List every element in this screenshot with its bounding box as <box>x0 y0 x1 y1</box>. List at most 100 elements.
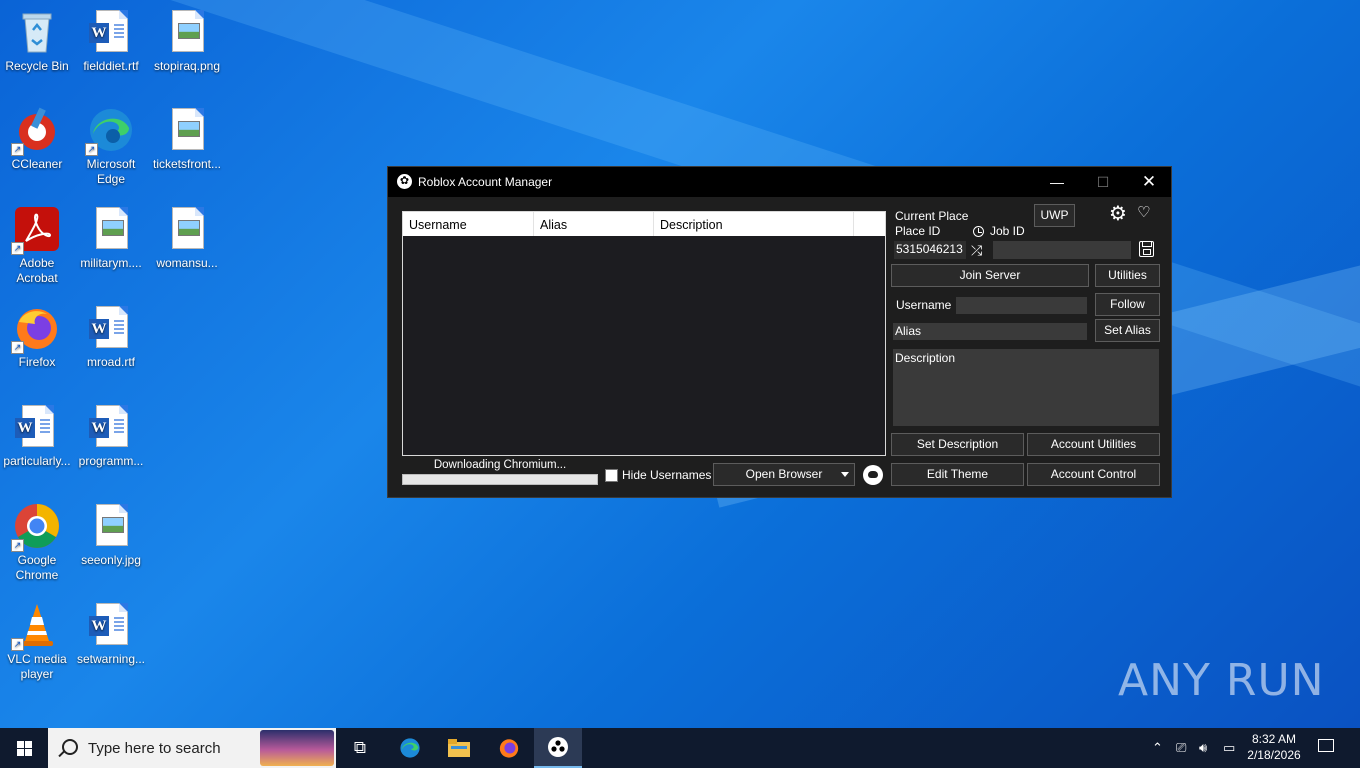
save-icon[interactable] <box>1139 241 1154 257</box>
desktop-icon-firefox[interactable]: ↗ Firefox <box>0 304 74 370</box>
windows-logo-icon <box>17 741 32 756</box>
account-list[interactable]: Username Alias Description <box>402 211 886 456</box>
close-button[interactable]: ✕ <box>1126 167 1172 197</box>
desktop-icon-rtf-document[interactable]: W mroad.rtf <box>74 304 148 370</box>
set-description-button[interactable]: Set Description <box>891 433 1024 456</box>
minimize-button[interactable]: — <box>1034 167 1080 197</box>
desktop-icon-ccleaner[interactable]: ↗ CCleaner <box>0 106 74 172</box>
taskbar-firefox-icon[interactable] <box>485 728 533 768</box>
roblox-account-manager-window: ✿ Roblox Account Manager — ☐ ✕ Username … <box>387 166 1172 498</box>
desktop-icon-label: seeonly.jpg <box>81 553 141 567</box>
desktop-icon-image-file[interactable]: militarym.... <box>74 205 148 271</box>
anyrun-watermark: ANY RUN <box>1118 655 1325 706</box>
donate-hand-heart-icon[interactable]: ♡ <box>1137 204 1150 222</box>
shuffle-icon[interactable]: ⤮ <box>971 243 982 257</box>
desktop-icon-label: ticketsfront... <box>152 157 222 171</box>
desktop-icon-recycle-bin[interactable]: Recycle Bin <box>0 8 74 74</box>
gear-icon[interactable]: ⚙ <box>1109 203 1127 225</box>
start-button[interactable] <box>0 728 48 768</box>
desktop-icon-label: fielddiet.rtf <box>83 59 139 73</box>
desktop-icon-label: CCleaner <box>11 157 63 171</box>
discord-icon[interactable] <box>863 465 883 485</box>
username-input[interactable] <box>956 297 1087 314</box>
taskbar-roblox-account-manager-icon[interactable] <box>534 728 582 768</box>
follow-button[interactable]: Follow <box>1095 293 1160 316</box>
word-document-icon: W <box>87 8 135 56</box>
maximize-button[interactable]: ☐ <box>1080 167 1126 197</box>
desktop-icon-rtf-document[interactable]: W setwarning... <box>74 601 148 667</box>
account-control-button[interactable]: Account Control <box>1027 463 1160 486</box>
show-hidden-icons-chevron-icon[interactable]: ⌃ <box>1152 740 1163 756</box>
open-browser-dropdown[interactable]: Open Browser <box>713 463 855 486</box>
desktop-icon-label: Google Chrome <box>15 553 59 582</box>
desktop-icon-rtf-document[interactable]: W programm... <box>74 403 148 469</box>
desktop-icon-image-file[interactable]: ticketsfront... <box>150 106 224 172</box>
utilities-button[interactable]: Utilities <box>1095 264 1160 287</box>
hide-usernames-checkbox[interactable] <box>605 469 618 482</box>
clock-date: 2/18/2026 <box>1247 748 1301 762</box>
desktop-icon-google-chrome[interactable]: ↗ Google Chrome <box>0 502 74 583</box>
word-document-icon: W <box>87 304 135 352</box>
image-file-icon <box>163 8 211 56</box>
desktop-icon-image-file[interactable]: stopiraq.png <box>150 8 224 74</box>
desktop-icon-label: Firefox <box>18 355 56 369</box>
word-document-icon: W <box>13 403 61 451</box>
taskbar-file-explorer-icon[interactable] <box>435 728 483 768</box>
notification-center-icon[interactable] <box>1318 739 1334 752</box>
progress-label: Downloading Chromium... <box>433 459 567 471</box>
dropdown-arrow-icon <box>841 472 849 477</box>
desktop-icon-label: setwarning... <box>76 652 146 666</box>
taskbar-edge-icon[interactable] <box>386 728 434 768</box>
uwp-button[interactable]: UWP <box>1034 204 1075 227</box>
desktop-icon-microsoft-edge[interactable]: ↗ Microsoft Edge <box>74 106 148 187</box>
title-bar[interactable]: ✿ Roblox Account Manager — ☐ ✕ <box>388 167 1171 197</box>
desktop-icon-label: militarym.... <box>80 256 142 270</box>
desktop-icon-adobe-acrobat[interactable]: ↗ Adobe Acrobat <box>0 205 74 286</box>
network-icon[interactable]: ▭ <box>1223 740 1235 756</box>
edit-theme-button[interactable]: Edit Theme <box>891 463 1024 486</box>
place-id-input[interactable]: 5315046213 <box>894 241 966 259</box>
account-utilities-button[interactable]: Account Utilities <box>1027 433 1160 456</box>
search-placeholder: Type here to search <box>88 740 221 757</box>
desktop-icon-rtf-document[interactable]: W fielddiet.rtf <box>74 8 148 74</box>
desktop-icon-vlc[interactable]: ↗ VLC media player <box>0 601 74 682</box>
description-textarea[interactable]: Description <box>893 349 1159 426</box>
clock-time: 8:32 AM <box>1251 732 1297 746</box>
firefox-icon: ↗ <box>11 304 61 354</box>
image-file-icon <box>163 205 211 253</box>
open-browser-label: Open Browser <box>745 467 823 481</box>
taskbar-search-box[interactable]: Type here to search <box>48 728 336 768</box>
chrome-icon: ↗ <box>11 502 61 552</box>
alias-input[interactable]: Alias <box>893 323 1087 340</box>
desktop-icon-image-file[interactable]: womansu... <box>150 205 224 271</box>
volume-icon[interactable]: 🔊︎ <box>1199 740 1207 756</box>
job-id-input[interactable] <box>993 241 1131 259</box>
account-list-header: Username Alias Description <box>403 212 885 236</box>
edge-icon: ↗ <box>85 106 135 156</box>
device-icon[interactable]: ⎚ <box>1176 740 1186 756</box>
column-header-description[interactable]: Description <box>654 212 854 236</box>
place-id-label: Place ID <box>895 224 941 238</box>
desktop-icon-image-file[interactable]: seeonly.jpg <box>74 502 148 568</box>
search-icon <box>62 739 78 755</box>
current-place-label: Current Place <box>895 209 969 223</box>
desktop-icon-label: particularly... <box>3 454 71 468</box>
desktop-icon-label: programm... <box>78 454 144 468</box>
desktop-icon-rtf-document[interactable]: W particularly... <box>0 403 74 469</box>
word-document-icon: W <box>87 601 135 649</box>
desktop-icon-label: VLC media player <box>7 652 67 681</box>
taskbar-clock[interactable]: 8:32 AM 2/18/2026 <box>1245 731 1303 763</box>
image-file-icon <box>163 106 211 154</box>
task-view-icon[interactable]: ⧉ <box>336 728 384 768</box>
join-server-button[interactable]: Join Server <box>891 264 1089 287</box>
clock-icon <box>973 226 984 237</box>
column-header-alias[interactable]: Alias <box>534 212 654 236</box>
image-file-icon <box>87 205 135 253</box>
adobe-acrobat-icon: ↗ <box>11 205 61 255</box>
desktop-icon-label: mroad.rtf <box>86 355 135 369</box>
column-header-username[interactable]: Username <box>403 212 534 236</box>
download-progress-bar <box>402 474 598 485</box>
set-alias-button[interactable]: Set Alias <box>1095 319 1160 342</box>
ccleaner-icon: ↗ <box>11 106 61 156</box>
hide-usernames-label: Hide Usernames <box>622 468 712 482</box>
